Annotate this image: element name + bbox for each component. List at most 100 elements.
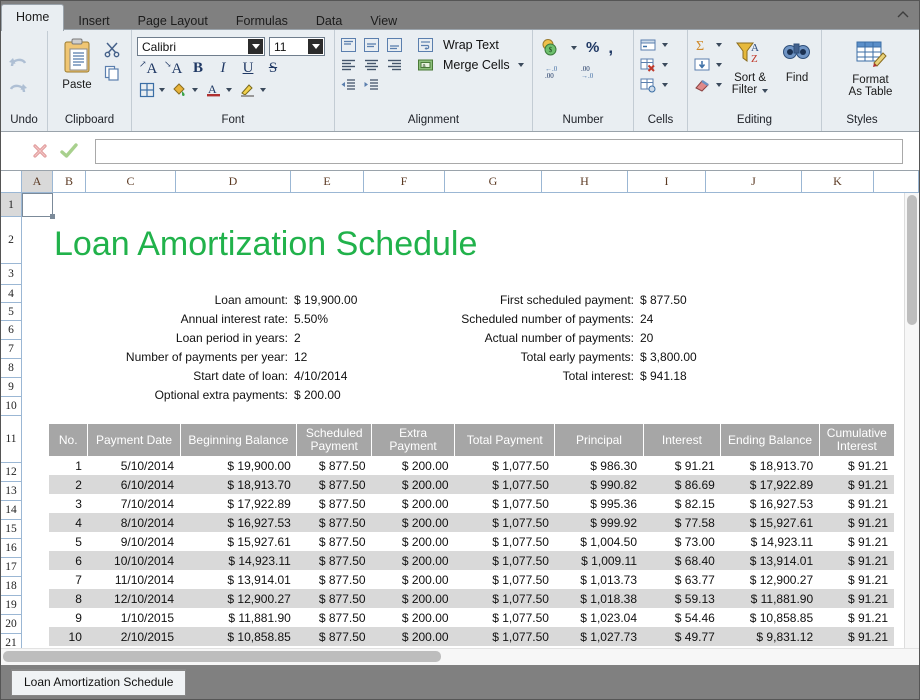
copy-icon[interactable] — [103, 64, 121, 82]
cell-interest[interactable]: $ 63.77 — [643, 570, 721, 589]
cell-extra-payment[interactable]: $ 200.00 — [372, 608, 455, 627]
row-header-12[interactable]: 12 — [1, 463, 21, 482]
table-row[interactable]: 1 5/10/2014 $ 19,900.00 $ 877.50 $ 200.00 $ 1… — [49, 456, 894, 475]
increase-font-size-button[interactable]: ↗A — [139, 59, 157, 78]
merge-cells-chevron-down-icon[interactable] — [517, 63, 524, 67]
column-header-c[interactable]: C — [86, 171, 176, 192]
cell-beginning-balance[interactable]: $ 18,913.70 — [180, 475, 297, 494]
cell-principal[interactable]: $ 999.92 — [554, 513, 643, 532]
cell-cumulative-interest[interactable]: $ 91.21 — [819, 570, 894, 589]
table-row[interactable]: 3 7/10/2014 $ 17,922.89 $ 877.50 $ 200.00 $ 1… — [49, 494, 894, 513]
delete-cells-icon[interactable] — [639, 57, 657, 73]
cell-no[interactable]: 1 — [49, 456, 88, 475]
row-header-16[interactable]: 16 — [1, 539, 21, 558]
cell-scheduled-payment[interactable]: $ 877.50 — [297, 608, 372, 627]
ribbon-tab-home[interactable]: Home — [1, 4, 65, 31]
select-all-corner[interactable] — [1, 171, 22, 192]
strikethrough-button[interactable]: S — [264, 60, 282, 77]
column-header-e[interactable]: E — [291, 171, 364, 192]
cell-beginning-balance[interactable]: $ 16,927.53 — [180, 513, 297, 532]
col-header-interest[interactable]: Interest — [643, 424, 722, 456]
cut-scissors-icon[interactable] — [103, 40, 121, 58]
sort-and-filter-button[interactable]: A Z Sort & Filter — [726, 37, 774, 97]
cell-total-payment[interactable]: $ 1,077.50 — [454, 475, 555, 494]
cell-cumulative-interest[interactable]: $ 91.21 — [819, 494, 894, 513]
cell-no[interactable]: 7 — [49, 570, 88, 589]
cell-ending-balance[interactable]: $ 11,881.90 — [720, 589, 820, 608]
row-header-21[interactable]: 21 — [1, 634, 21, 648]
redo-arrow-icon[interactable] — [6, 79, 30, 99]
cell-extra-payment[interactable]: $ 200.00 — [371, 627, 455, 646]
cell-payment-date[interactable]: 6/10/2014 — [87, 475, 181, 494]
cell-payment-date[interactable]: 1/10/2015 — [88, 608, 180, 627]
cell-extra-payment[interactable]: $ 200.00 — [372, 532, 455, 551]
cell-principal[interactable]: $ 1,027.73 — [554, 627, 643, 646]
cell-no[interactable]: 4 — [49, 513, 88, 532]
cell-total-payment[interactable]: $ 1,077.50 — [455, 456, 555, 475]
cell-no[interactable]: 8 — [49, 589, 88, 608]
cell-extra-payment[interactable]: $ 200.00 — [372, 456, 455, 475]
col-header-no[interactable]: No. — [49, 424, 89, 456]
column-header-k[interactable]: K — [802, 171, 874, 192]
cell-beginning-balance[interactable]: $ 19,900.00 — [180, 456, 297, 475]
delete-cells-chevron-down-icon[interactable] — [662, 63, 668, 67]
cell-interest[interactable]: $ 91.21 — [643, 456, 721, 475]
wrap-text-icon[interactable] — [417, 37, 434, 53]
col-header-beginning-balance[interactable]: Beginning Balance — [180, 424, 298, 456]
cell-no[interactable]: 5 — [49, 532, 88, 551]
optional-extra-payments-value[interactable]: $ 200.00 — [294, 388, 341, 402]
autosum-chevron-down-icon[interactable] — [716, 43, 722, 47]
column-header-h[interactable]: H — [542, 171, 628, 192]
annual-interest-rate-value[interactable]: 5.50% — [294, 312, 328, 326]
cell-ending-balance[interactable]: $ 13,914.01 — [720, 551, 820, 570]
cell-ending-balance[interactable]: $ 9,831.12 — [720, 627, 820, 646]
cell-scheduled-payment[interactable]: $ 877.50 — [297, 456, 372, 475]
payments-per-year-value[interactable]: 12 — [294, 350, 307, 364]
cell-ending-balance[interactable]: $ 17,922.89 — [720, 475, 820, 494]
fill-down-icon[interactable] — [693, 57, 711, 73]
cell-principal[interactable]: $ 1,023.04 — [555, 608, 643, 627]
format-cells-chevron-down-icon[interactable] — [662, 83, 668, 87]
cell-cumulative-interest[interactable]: $ 91.21 — [819, 513, 894, 532]
underline-button[interactable]: U — [239, 60, 257, 77]
accounting-format-chevron-down-icon[interactable] — [571, 45, 577, 50]
cell-no[interactable]: 2 — [49, 475, 88, 494]
cell-extra-payment[interactable]: $ 200.00 — [372, 494, 455, 513]
row-header-4[interactable]: 4 — [1, 285, 21, 303]
find-button[interactable]: Find — [778, 37, 816, 84]
collapse-ribbon-chevron-up-icon[interactable] — [895, 7, 911, 23]
merge-cells-icon[interactable]: a — [417, 57, 434, 73]
cell-scheduled-payment[interactable]: $ 877.50 — [296, 513, 372, 532]
cell-total-payment[interactable]: $ 1,077.50 — [454, 551, 555, 570]
cell-total-payment[interactable]: $ 1,077.50 — [455, 570, 555, 589]
row-header-2[interactable]: 2 — [1, 217, 21, 264]
cell-extra-payment[interactable]: $ 200.00 — [371, 513, 455, 532]
cell-payment-date[interactable]: 7/10/2014 — [88, 494, 180, 513]
bold-button[interactable]: B — [189, 60, 207, 77]
highlight-chevron-down-icon[interactable] — [260, 87, 266, 92]
font-color-icon[interactable]: A — [205, 81, 222, 98]
col-header-scheduled-payment[interactable]: Scheduled Payment — [296, 424, 373, 456]
cell-cumulative-interest[interactable]: $ 91.21 — [819, 532, 894, 551]
col-header-extra-payment[interactable]: Extra Payment — [371, 424, 456, 456]
row-header-19[interactable]: 19 — [1, 596, 21, 615]
italic-button[interactable]: I — [214, 60, 232, 77]
accounting-number-format-icon[interactable]: $ — [541, 38, 560, 57]
decrease-indent-icon[interactable] — [340, 77, 357, 93]
row-header-3[interactable]: 3 — [1, 264, 21, 285]
cell-principal[interactable]: $ 1,013.73 — [555, 570, 643, 589]
table-row[interactable]: 2 6/10/2014 $ 18,913.70 $ 877.50 $ 200.00 $ 1… — [49, 475, 894, 494]
cell-total-payment[interactable]: $ 1,077.50 — [454, 513, 555, 532]
fill-color-chevron-down-icon[interactable] — [192, 87, 198, 92]
increase-decimal-icon[interactable]: ←.0.00 — [543, 63, 563, 81]
row-header-1[interactable]: 1 — [1, 193, 21, 217]
cell-cumulative-interest[interactable]: $ 91.21 — [819, 627, 894, 646]
row-header-15[interactable]: 15 — [1, 520, 21, 539]
row-header-6[interactable]: 6 — [1, 321, 21, 340]
font-size-chevron-down-icon[interactable] — [308, 39, 323, 54]
start-date-value[interactable]: 4/10/2014 — [294, 369, 347, 383]
table-row[interactable]: 6 10/10/2014 $ 14,923.11 $ 877.50 $ 200.00 $ … — [49, 551, 894, 570]
cell-payment-date[interactable]: 10/10/2014 — [87, 551, 181, 570]
cell-interest[interactable]: $ 86.69 — [643, 475, 721, 494]
sheet-tab-loan-amortization-schedule[interactable]: Loan Amortization Schedule — [11, 668, 187, 696]
